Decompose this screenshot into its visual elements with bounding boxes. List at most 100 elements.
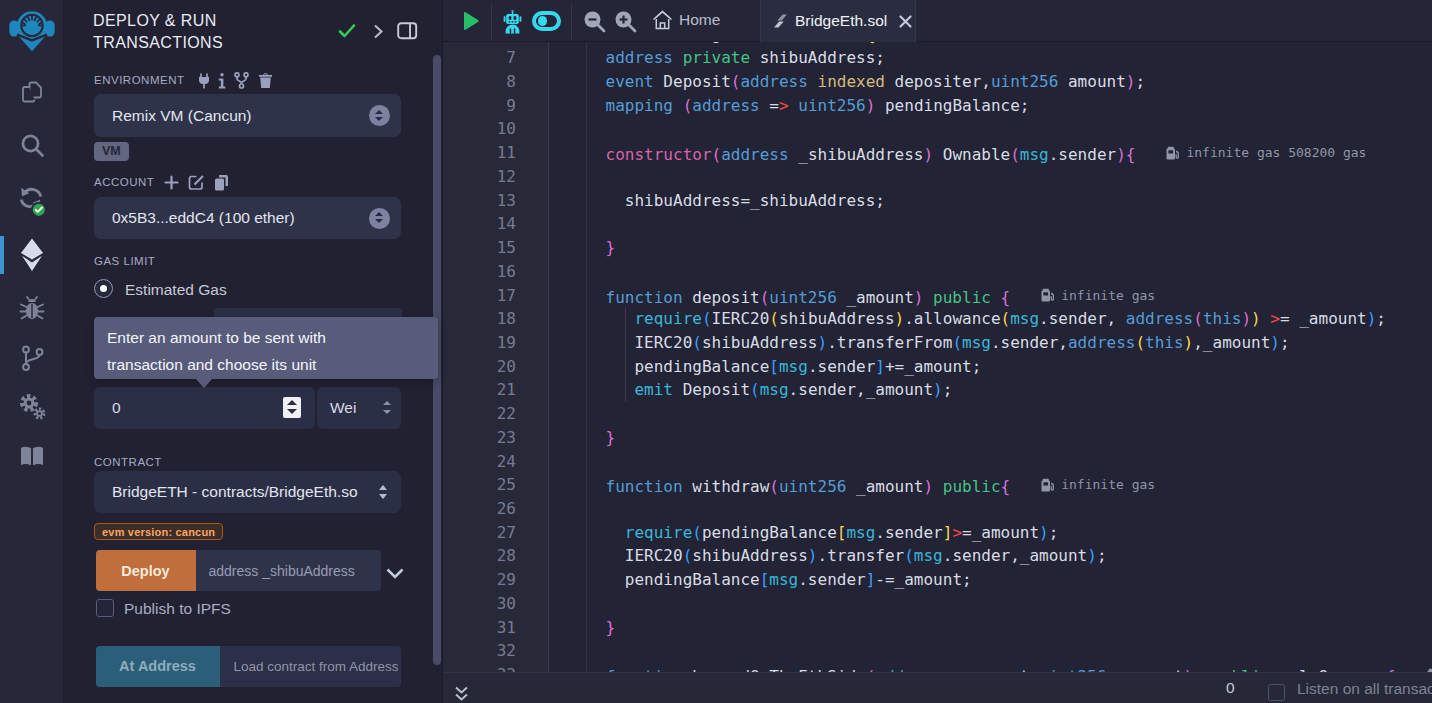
code-line-24 bbox=[586, 450, 1432, 474]
gas-annotation: infinite gas 508200 gas bbox=[1166, 141, 1366, 165]
code-lines: contract BridgeETH is Ownable{ address p… bbox=[548, 42, 1432, 672]
zoom-out-icon[interactable] bbox=[583, 10, 606, 37]
code-editor[interactable]: 6789101112131415161718192021222324252627… bbox=[443, 42, 1432, 672]
deploy-param-input[interactable] bbox=[209, 550, 374, 591]
publish-ipfs-checkbox[interactable] bbox=[96, 599, 114, 617]
code-line-30 bbox=[586, 592, 1432, 616]
tab-bridgeeth[interactable]: BridgeEth.sol bbox=[760, 0, 916, 42]
delete-environments-icon[interactable] bbox=[258, 72, 273, 93]
solidity-file-icon bbox=[774, 14, 787, 28]
code-line-29: pendingBalance[msg.sender]-=_amount; bbox=[586, 568, 1432, 592]
listen-transactions-label: Listen on all transactions bbox=[1297, 680, 1432, 698]
deploy-run-icon[interactable] bbox=[0, 238, 64, 272]
at-address-button[interactable]: At Address bbox=[96, 646, 220, 687]
evm-version-badge: evm version: cancun bbox=[94, 523, 223, 540]
code-line-28: IERC20(shibuAddress).transfer(msg.sender… bbox=[586, 544, 1432, 568]
ai-toggle[interactable] bbox=[532, 11, 561, 32]
code-line-12 bbox=[586, 165, 1432, 189]
select-updown-icon bbox=[369, 105, 390, 126]
settings-icon[interactable] bbox=[0, 392, 64, 423]
gas-limit-label: GAS LIMIT bbox=[94, 255, 155, 267]
code-line-33: function burnedOnTheEthSide(address _acc… bbox=[586, 663, 1432, 672]
expand-terminal-icon[interactable] bbox=[454, 686, 469, 703]
copy-account-icon[interactable] bbox=[214, 174, 229, 195]
panel-title-line1: DEPLOY & RUN bbox=[93, 10, 343, 32]
terminal-bar[interactable]: 0 Listen on all transactions bbox=[443, 672, 1432, 703]
code-line-15: } bbox=[586, 236, 1432, 260]
code-line-32 bbox=[586, 639, 1432, 663]
add-account-icon[interactable] bbox=[164, 175, 179, 194]
transaction-count-badge: 0 bbox=[1226, 679, 1235, 697]
at-address-wrap bbox=[220, 646, 402, 687]
search-icon[interactable] bbox=[0, 131, 64, 160]
unit-select[interactable]: Wei bbox=[317, 387, 401, 429]
code-line-16 bbox=[586, 260, 1432, 284]
value-spinner[interactable] bbox=[283, 397, 301, 418]
code-line-27: require(pendingBalance[msg.sender]>=_amo… bbox=[586, 521, 1432, 545]
value-tooltip: Enter an amount to be sent with transact… bbox=[94, 317, 438, 379]
run-script-icon[interactable] bbox=[462, 11, 480, 35]
account-select[interactable]: 0x5B3...eddC4 (100 ether) bbox=[94, 197, 401, 239]
home-icon[interactable] bbox=[652, 10, 673, 34]
estimated-gas-radio[interactable] bbox=[94, 279, 113, 298]
code-line-18: require(IERC20(shibuAddress).allowance(m… bbox=[586, 307, 1432, 331]
code-line-25: function withdraw(uint256 _amount) publi… bbox=[586, 473, 1432, 497]
plug-icon[interactable] bbox=[197, 73, 211, 93]
tab-bar: Home BridgeEth.sol bbox=[443, 0, 1432, 42]
learn-icon[interactable] bbox=[0, 444, 64, 470]
value-input[interactable] bbox=[112, 387, 272, 429]
code-line-8: event Deposit(address indexed depositer,… bbox=[586, 70, 1432, 94]
editor-area: Home BridgeEth.sol 678910111213141516171… bbox=[443, 0, 1432, 703]
code-line-11: constructor(address _shibuAddress) Ownab… bbox=[586, 141, 1432, 165]
environment-select-value: Remix VM (Cancun) bbox=[94, 107, 369, 125]
contract-select[interactable]: BridgeETH - contracts/BridgeEth.so bbox=[94, 471, 401, 513]
code-line-23: } bbox=[586, 426, 1432, 450]
code-line-19: IERC20(shibuAddress).transferFrom(msg.se… bbox=[586, 331, 1432, 355]
tooltip-text-line2: transaction and choose its unit bbox=[107, 352, 425, 379]
toolbar-separator bbox=[491, 3, 492, 39]
deploy-run-panel: DEPLOY & RUN TRANSACTIONS ENVIRONMENT bbox=[64, 0, 442, 703]
code-line-13: shibuAddress=_shibuAddress; bbox=[586, 189, 1432, 213]
fork-environment-icon[interactable] bbox=[234, 72, 249, 93]
deploy-param-wrap bbox=[196, 550, 381, 591]
panel-title: DEPLOY & RUN TRANSACTIONS bbox=[93, 10, 343, 53]
estimated-gas-label: Estimated Gas bbox=[125, 281, 227, 299]
line-numbers: 6789101112131415161718192021222324252627… bbox=[443, 42, 516, 672]
collapse-panel-icon[interactable] bbox=[373, 24, 384, 43]
gas-annotation: infinite gas bbox=[1427, 663, 1432, 672]
zoom-in-icon[interactable] bbox=[614, 10, 637, 37]
close-tab-icon[interactable] bbox=[899, 15, 912, 28]
info-icon[interactable] bbox=[218, 73, 226, 93]
icon-rail bbox=[0, 0, 64, 703]
pin-panel-icon[interactable] bbox=[397, 22, 418, 44]
environment-select[interactable]: Remix VM (Cancun) bbox=[94, 94, 401, 137]
code-line-26 bbox=[586, 497, 1432, 521]
solidity-compiler-icon[interactable] bbox=[0, 186, 64, 218]
listen-transactions-checkbox[interactable] bbox=[1268, 684, 1285, 701]
tooltip-arrow bbox=[196, 379, 212, 388]
sign-message-icon[interactable] bbox=[188, 174, 205, 195]
active-plugin-indicator bbox=[0, 236, 4, 274]
deploy-button[interactable]: Deploy bbox=[96, 550, 196, 591]
panel-title-line2: TRANSACTIONS bbox=[93, 32, 343, 54]
remix-logo[interactable] bbox=[0, 9, 64, 55]
ai-copilot-icon[interactable] bbox=[503, 10, 522, 38]
gas-annotation: infinite gas bbox=[1041, 284, 1155, 308]
value-input-wrap bbox=[94, 387, 315, 429]
account-select-value: 0x5B3...eddC4 (100 ether) bbox=[94, 209, 369, 227]
file-explorer-icon[interactable] bbox=[0, 78, 64, 106]
home-tab-label[interactable]: Home bbox=[679, 11, 720, 29]
at-address-input[interactable] bbox=[234, 646, 398, 687]
expand-deploy-icon[interactable] bbox=[386, 565, 404, 583]
toolbar-separator bbox=[571, 3, 572, 39]
code-line-10 bbox=[586, 117, 1432, 141]
tooltip-text-line1: Enter an amount to be sent with bbox=[107, 325, 425, 352]
debugger-icon[interactable] bbox=[0, 295, 64, 323]
code-line-7: address private shibuAddress; bbox=[586, 46, 1432, 70]
select-updown-icon bbox=[382, 400, 392, 416]
git-icon[interactable] bbox=[0, 344, 64, 373]
code-line-22 bbox=[586, 402, 1432, 426]
unit-select-value: Wei bbox=[317, 399, 382, 417]
code-line-9: mapping (address => uint256) pendingBala… bbox=[586, 94, 1432, 118]
code-line-21: emit Deposit(msg.sender,_amount); bbox=[586, 378, 1432, 402]
